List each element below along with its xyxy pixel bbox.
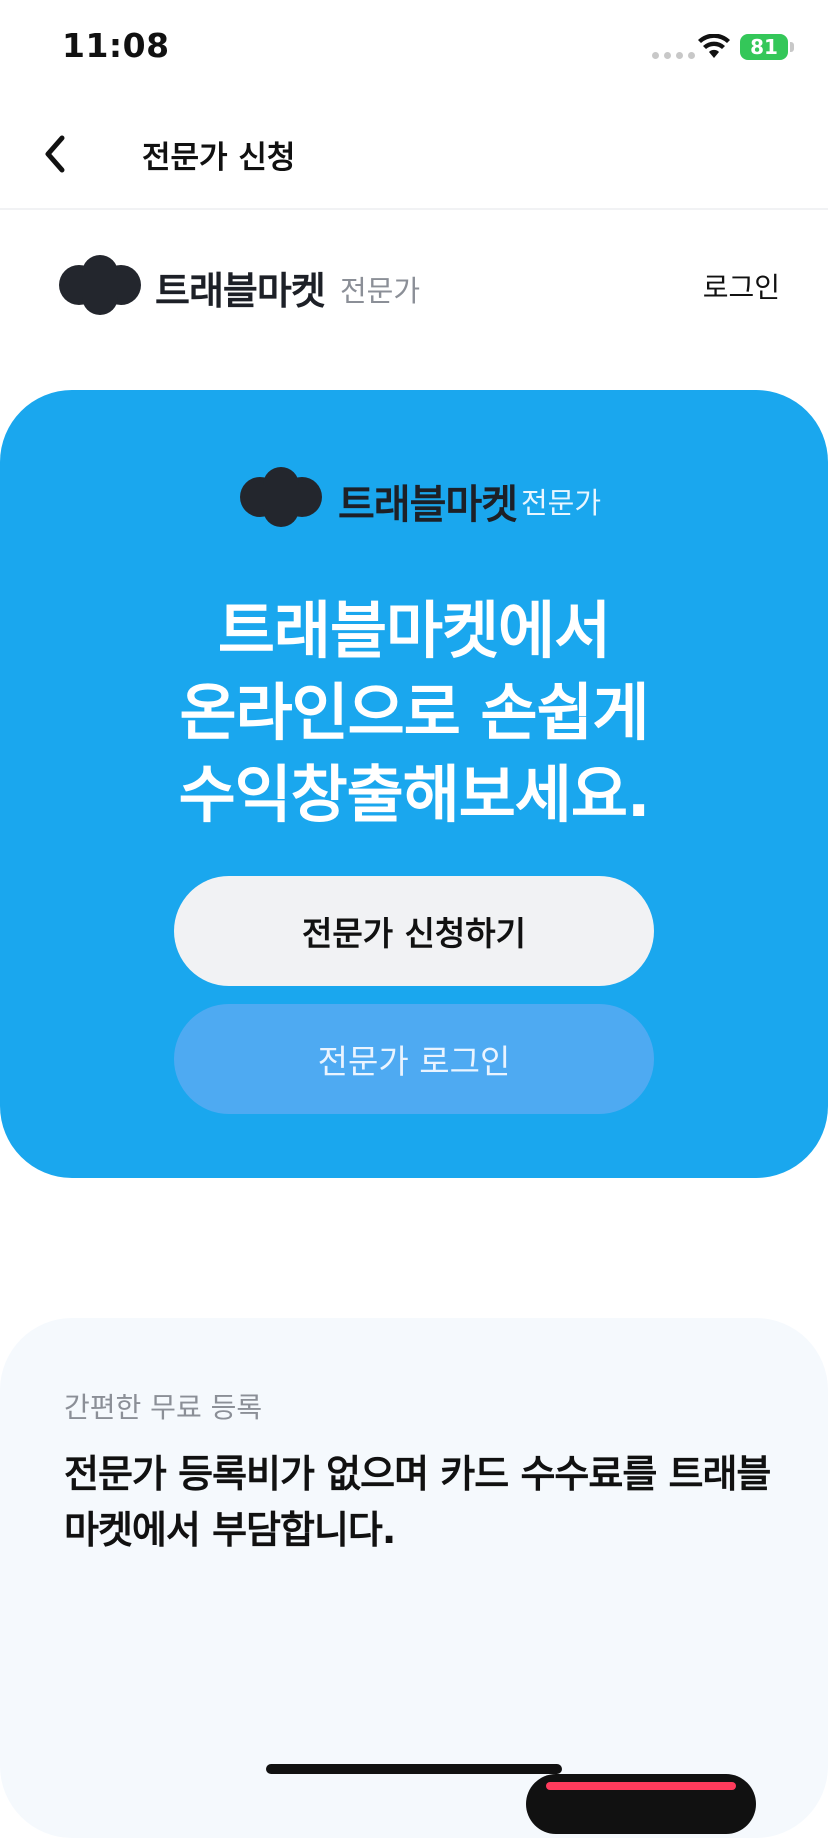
hero-headline-line-3: 수익창출해보세요. [178,758,651,831]
hero-brand-name: 트래블마켓 [338,482,518,528]
cloud-logo-icon [59,255,141,315]
status-bar: 11:08 81 [0,0,828,100]
info-text: 전문가 등록비가 없으며 카드 수수료를 트래블마켓에서 부담합니다. [64,1452,771,1552]
battery-charging-icon: 81 [740,34,788,60]
login-link[interactable]: 로그인 [703,266,780,306]
nav-header: 전문가 신청 [0,100,828,210]
hero-headline-line-2: 온라인으로 손쉽게 [179,676,650,749]
floating-action-pill[interactable] [526,1774,756,1834]
brand-name: 트래블마켓 [155,269,326,313]
hero-brand-sub: 전문가 [521,486,602,520]
brand-sub: 전문가 [340,274,421,308]
floating-pill-highlight [546,1782,736,1790]
brand-row: 트래블마켓 전문가 로그인 [0,244,828,324]
apply-expert-button[interactable]: 전문가 신청하기 [174,876,654,986]
chevron-left-icon[interactable] [36,130,76,178]
battery-tip [790,42,794,52]
cellular-signal-icon [652,52,695,59]
cloud-logo-icon [240,467,322,527]
battery-level: 81 [750,35,778,59]
info-tag: 간편한 무료 등록 [64,1391,263,1424]
expert-login-button[interactable]: 전문가 로그인 [174,1004,654,1114]
hero-headline: 트래블마켓에서 온라인으로 손쉽게 수익창출해보세요. [0,590,828,836]
hero-card: 트래블마켓 전문가 트래블마켓에서 온라인으로 손쉽게 수익창출해보세요. 전문… [0,390,828,1178]
hero-headline-line-1: 트래블마켓에서 [217,594,611,667]
status-time: 11:08 [62,26,170,65]
page-title: 전문가 신청 [142,140,296,176]
info-card: 간편한 무료 등록 전문가 등록비가 없으며 카드 수수료를 트래블마켓에서 부… [0,1318,828,1838]
wifi-icon [698,34,730,58]
home-indicator[interactable] [266,1764,562,1774]
